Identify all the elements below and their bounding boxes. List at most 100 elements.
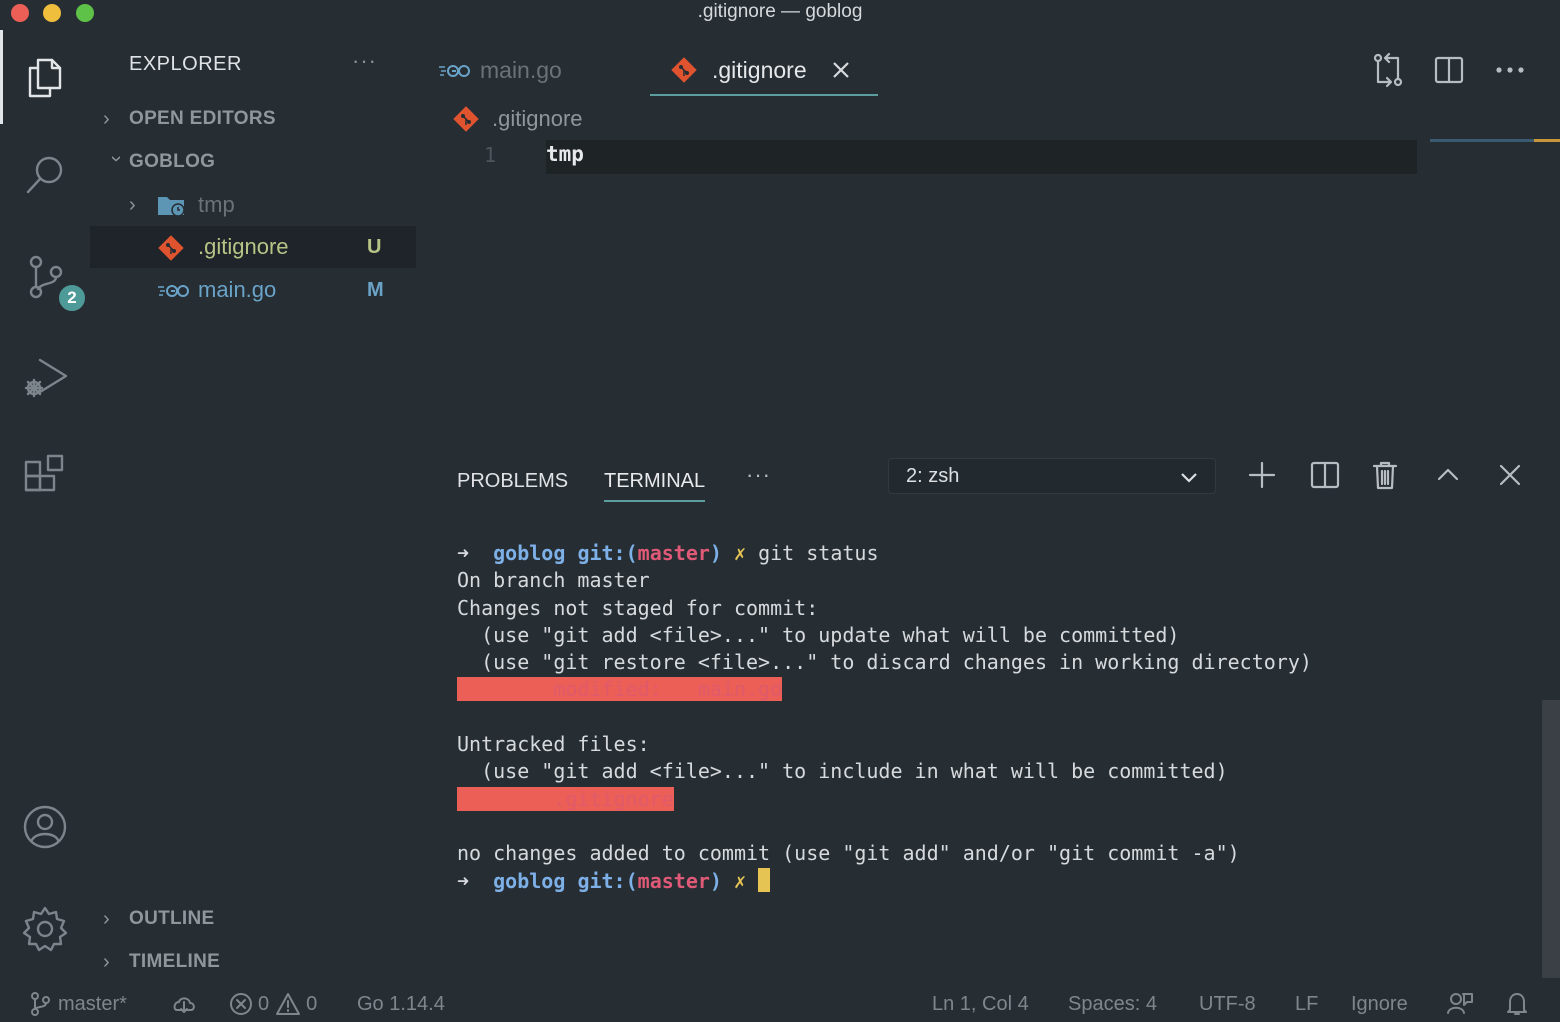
more-actions-icon[interactable] <box>1490 50 1530 90</box>
branch-name: master* <box>58 992 127 1015</box>
error-count: 0 <box>258 992 270 1015</box>
terminal-line: (use "git add <file>..." to include in w… <box>457 759 1228 784</box>
code-line[interactable]: tmp <box>546 142 584 166</box>
tree-item-main-go[interactable]: main.go M <box>90 269 416 311</box>
explorer-icon[interactable] <box>14 46 76 108</box>
chevron-right-icon: › <box>103 907 110 930</box>
terminal-line: modified: <box>457 677 698 702</box>
accounts-icon[interactable] <box>14 796 76 858</box>
terminal-line: On branch master <box>457 568 650 593</box>
status-bar: master* 0 0 Go 1.14.4 Ln 1, Col 4 Spaces… <box>0 984 1560 1022</box>
tab-problems[interactable]: PROBLEMS <box>457 464 568 498</box>
tab-gitignore[interactable]: .gitignore <box>670 44 851 96</box>
chevron-down-icon <box>1181 473 1197 483</box>
section-timeline[interactable]: › TIMELINE <box>90 944 416 980</box>
terminal-line: Changes not staged for commit: <box>457 595 819 620</box>
tree-item-gitignore[interactable]: .gitignore U <box>90 226 416 268</box>
git-file-icon <box>158 235 184 261</box>
title-bar: .gitignore — goblog <box>0 0 1560 26</box>
prompt-arrow: ➜ <box>457 868 470 893</box>
file-status-badge: M <box>367 278 384 301</box>
section-label: OPEN EDITORS <box>129 108 276 129</box>
language-mode[interactable]: Ignore <box>1351 990 1408 1018</box>
split-editor-icon[interactable] <box>1429 50 1469 90</box>
prompt-branch: master <box>637 541 710 565</box>
terminal-line: .gitignore <box>457 786 674 811</box>
problems-status[interactable]: 0 0 <box>229 990 317 1018</box>
warning-icon <box>276 993 301 1015</box>
section-label: OUTLINE <box>129 908 215 929</box>
section-outline[interactable]: › OUTLINE <box>90 901 416 937</box>
encoding[interactable]: UTF-8 <box>1199 990 1256 1018</box>
close-icon[interactable] <box>831 60 851 80</box>
tab-label: .gitignore <box>712 56 807 83</box>
sidebar-more-actions[interactable]: ··· <box>352 48 377 74</box>
trash-icon[interactable] <box>1367 457 1403 493</box>
bell-icon[interactable] <box>1504 990 1530 1018</box>
tree-item-folder[interactable]: › tmp <box>90 184 416 226</box>
tab-label: main.go <box>480 56 562 83</box>
search-icon[interactable] <box>14 144 76 206</box>
activity-bar: 2 <box>0 26 90 984</box>
go-version[interactable]: Go 1.14.4 <box>357 990 445 1018</box>
prompt-git: git:( <box>577 541 638 565</box>
editor-area: main.go .gitignore .gitignore 1 tmp <box>416 26 1560 456</box>
error-icon <box>230 993 252 1015</box>
prompt-dirty: ✗ <box>734 868 747 893</box>
go-file-icon <box>439 65 470 77</box>
section-project[interactable]: › GOBLOG <box>90 144 416 180</box>
scm-badge: 2 <box>56 282 88 314</box>
section-label: GOBLOG <box>129 151 216 172</box>
prompt-git: git:( <box>577 868 638 893</box>
end-of-line[interactable]: LF <box>1295 990 1318 1018</box>
file-name: .gitignore <box>198 234 289 259</box>
go-file-icon <box>158 285 189 297</box>
extensions-icon[interactable] <box>14 446 76 508</box>
file-name: tmp <box>198 192 235 217</box>
tab-main-go[interactable]: main.go <box>438 44 562 96</box>
feedback-icon[interactable] <box>1446 990 1474 1018</box>
terminal-scrollbar[interactable] <box>1542 700 1560 978</box>
prompt-dir: goblog <box>493 868 566 893</box>
sync-status[interactable] <box>170 990 198 1018</box>
run-debug-icon[interactable] <box>14 346 76 408</box>
bottom-panel: PROBLEMS TERMINAL ··· 2: zsh ➜ goblog gi… <box>416 456 1560 984</box>
prompt-git-close: ) <box>709 541 722 565</box>
source-control-icon[interactable]: 2 <box>14 246 88 314</box>
terminal-select[interactable]: 2: zsh <box>888 458 1216 494</box>
folder-icon <box>158 197 185 217</box>
file-name: main.go <box>198 277 277 302</box>
section-label: TIMELINE <box>129 951 221 972</box>
branch-status[interactable]: master* <box>28 990 127 1018</box>
chevron-up-icon[interactable] <box>1430 457 1466 493</box>
warning-count: 0 <box>306 992 318 1015</box>
terminal-line: Untracked files: <box>457 732 650 757</box>
minimap-marker <box>1534 139 1560 142</box>
gear-icon[interactable] <box>14 898 76 960</box>
terminal-command: git status <box>758 541 879 565</box>
new-terminal-icon[interactable] <box>1244 457 1280 493</box>
panel-more-actions[interactable]: ··· <box>746 462 771 488</box>
terminal-line: (use "git add <file>..." to update what … <box>457 622 1180 647</box>
breadcrumb-file: .gitignore <box>492 106 583 131</box>
chevron-right-icon: › <box>129 193 136 216</box>
prompt-branch: master <box>637 868 710 893</box>
tab-terminal[interactable]: TERMINAL <box>604 464 705 498</box>
current-line-highlight <box>546 140 1417 174</box>
close-panel-icon[interactable] <box>1492 457 1528 493</box>
chevron-right-icon: › <box>103 107 110 130</box>
file-status-badge: U <box>367 235 382 258</box>
open-changes-icon[interactable] <box>1368 50 1408 90</box>
cursor-position[interactable]: Ln 1, Col 4 <box>932 990 1029 1018</box>
indentation[interactable]: Spaces: 4 <box>1068 990 1157 1018</box>
split-terminal-icon[interactable] <box>1307 457 1343 493</box>
terminal-output[interactable]: ➜ goblog git:(master) ✗ git status On br… <box>457 540 1312 895</box>
active-tab-indicator <box>650 94 878 96</box>
breadcrumb[interactable]: .gitignore <box>452 104 583 134</box>
cloud-sync-icon <box>173 997 195 1013</box>
terminal-line: (use "git restore <file>..." to discard … <box>457 650 1312 675</box>
prompt-dirty: ✗ <box>734 541 747 565</box>
section-open-editors[interactable]: › OPEN EDITORS <box>90 101 416 137</box>
terminal-line: no changes added to commit (use "git add… <box>457 841 1240 866</box>
chevron-right-icon: › <box>103 950 110 973</box>
